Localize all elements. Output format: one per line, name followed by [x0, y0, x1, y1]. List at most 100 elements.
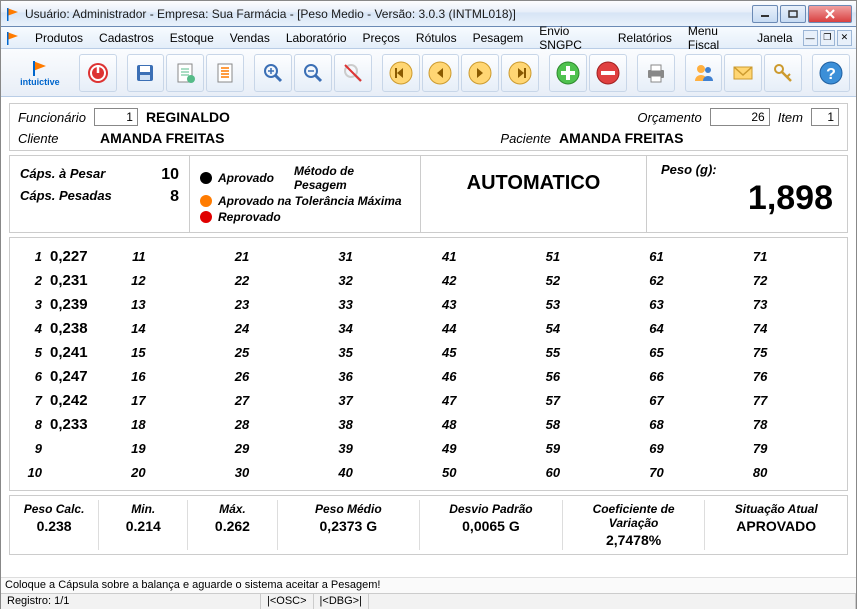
measurement-cell: 32	[325, 268, 429, 292]
measurement-cell: 38	[325, 412, 429, 436]
measurement-cell: 59	[532, 436, 636, 460]
stat-desvio: Desvio Padrão0,0065 G	[420, 500, 563, 550]
add-button[interactable]	[549, 54, 587, 92]
mdi-minimize-button[interactable]: —	[803, 30, 818, 46]
stat-max: Máx.0.262	[188, 500, 277, 550]
orcamento-field[interactable]: 26	[710, 108, 770, 126]
measurement-index: 9	[20, 441, 42, 456]
measurement-cell: 26	[221, 364, 325, 388]
menu-produtos[interactable]: Produtos	[27, 29, 91, 47]
measurement-cell: 70	[636, 460, 740, 484]
prev-button[interactable]	[422, 54, 460, 92]
last-button[interactable]	[501, 54, 539, 92]
funcionario-id-field[interactable]: 1	[94, 108, 138, 126]
measurement-cell: 40,238	[14, 316, 118, 340]
users-button[interactable]	[685, 54, 723, 92]
measurement-index: 20	[124, 465, 146, 480]
menu-app-icon	[5, 30, 21, 46]
remove-button[interactable]	[589, 54, 627, 92]
measurement-index: 34	[331, 321, 353, 336]
menu-laboratorio[interactable]: Laboratório	[278, 29, 355, 47]
measurement-index: 18	[124, 417, 146, 432]
measurement-cell: 34	[325, 316, 429, 340]
measurement-cell: 67	[636, 388, 740, 412]
measurement-index: 5	[20, 345, 42, 360]
stat-situacao: Situação AtualAPROVADO	[705, 500, 847, 550]
measurement-cell: 35	[325, 340, 429, 364]
cliente-label: Cliente	[18, 131, 92, 146]
document-button[interactable]	[166, 54, 204, 92]
menu-estoque[interactable]: Estoque	[162, 29, 222, 47]
measurement-index: 25	[227, 345, 249, 360]
item-label: Item	[778, 110, 803, 125]
list-button[interactable]	[206, 54, 244, 92]
mdi-close-button[interactable]: ✕	[837, 30, 852, 46]
item-field[interactable]: 1	[811, 108, 839, 126]
measurement-index: 77	[745, 393, 767, 408]
measurement-index: 48	[435, 417, 457, 432]
measurement-cell: 73	[739, 292, 843, 316]
measurement-cell: 43	[429, 292, 533, 316]
measurement-index: 61	[642, 249, 664, 264]
menu-precos[interactable]: Preços	[355, 29, 408, 47]
measurement-cell: 50	[429, 460, 533, 484]
dot-approved-icon	[200, 172, 212, 184]
maximize-button[interactable]	[780, 5, 806, 23]
menu-rotulos[interactable]: Rótulos	[408, 29, 465, 47]
mdi-restore-button[interactable]: ❐	[820, 30, 835, 46]
zoom-cancel-button[interactable]	[334, 54, 372, 92]
measurement-cell: 55	[532, 340, 636, 364]
measurement-index: 10	[20, 465, 42, 480]
zoom-in-button[interactable]	[254, 54, 292, 92]
zoom-out-button[interactable]	[294, 54, 332, 92]
measurement-index: 79	[745, 441, 767, 456]
measurement-index: 13	[124, 297, 146, 312]
measurement-cell: 72	[739, 268, 843, 292]
measurement-cell: 10	[14, 460, 118, 484]
measurement-cell: 66	[636, 364, 740, 388]
status-bar: Registro: 1/1 |<OSC> |<DBG>|	[1, 593, 856, 609]
measurement-cell: 20,231	[14, 268, 118, 292]
measurement-index: 66	[642, 369, 664, 384]
method-value: AUTOMATICO	[431, 172, 636, 195]
print-button[interactable]	[637, 54, 675, 92]
measurement-cell: 36	[325, 364, 429, 388]
keys-button[interactable]	[764, 54, 802, 92]
power-button[interactable]	[79, 54, 117, 92]
save-button[interactable]	[127, 54, 165, 92]
measurement-index: 75	[745, 345, 767, 360]
dot-rejected-icon	[200, 211, 212, 223]
menu-envio-sngpc[interactable]: Envio SNGPC	[531, 22, 610, 54]
measurement-cell: 39	[325, 436, 429, 460]
measurement-cell: 54	[532, 316, 636, 340]
next-button[interactable]	[461, 54, 499, 92]
menu-pesagem[interactable]: Pesagem	[465, 29, 532, 47]
funcionario-name: REGINALDO	[146, 109, 230, 125]
measurement-cell: 77	[739, 388, 843, 412]
info-panel: Cáps. à Pesar10 Cáps. Pesadas8 AprovadoM…	[9, 155, 848, 233]
mail-button[interactable]	[724, 54, 762, 92]
measurement-cell: 65	[636, 340, 740, 364]
menu-relatorios[interactable]: Relatórios	[610, 29, 680, 47]
measurement-cell: 61	[636, 244, 740, 268]
measurement-index: 36	[331, 369, 353, 384]
measurement-cell: 79	[739, 436, 843, 460]
menu-vendas[interactable]: Vendas	[222, 29, 278, 47]
measurement-index: 70	[642, 465, 664, 480]
menu-janela[interactable]: Janela	[749, 29, 800, 47]
toolbar: intuictive ?	[1, 49, 856, 97]
menu-fiscal[interactable]: Menu Fiscal	[680, 22, 749, 54]
stat-min: Min.0.214	[99, 500, 188, 550]
minimize-button[interactable]	[752, 5, 778, 23]
measurement-index: 64	[642, 321, 664, 336]
measurement-cell: 68	[636, 412, 740, 436]
measurement-cell: 28	[221, 412, 325, 436]
measurement-cell: 15	[118, 340, 222, 364]
first-button[interactable]	[382, 54, 420, 92]
menu-cadastros[interactable]: Cadastros	[91, 29, 162, 47]
close-button[interactable]	[808, 5, 852, 23]
measurement-cell: 74	[739, 316, 843, 340]
measurement-cell: 47	[429, 388, 533, 412]
measurement-index: 11	[124, 249, 146, 264]
help-button[interactable]: ?	[812, 54, 850, 92]
